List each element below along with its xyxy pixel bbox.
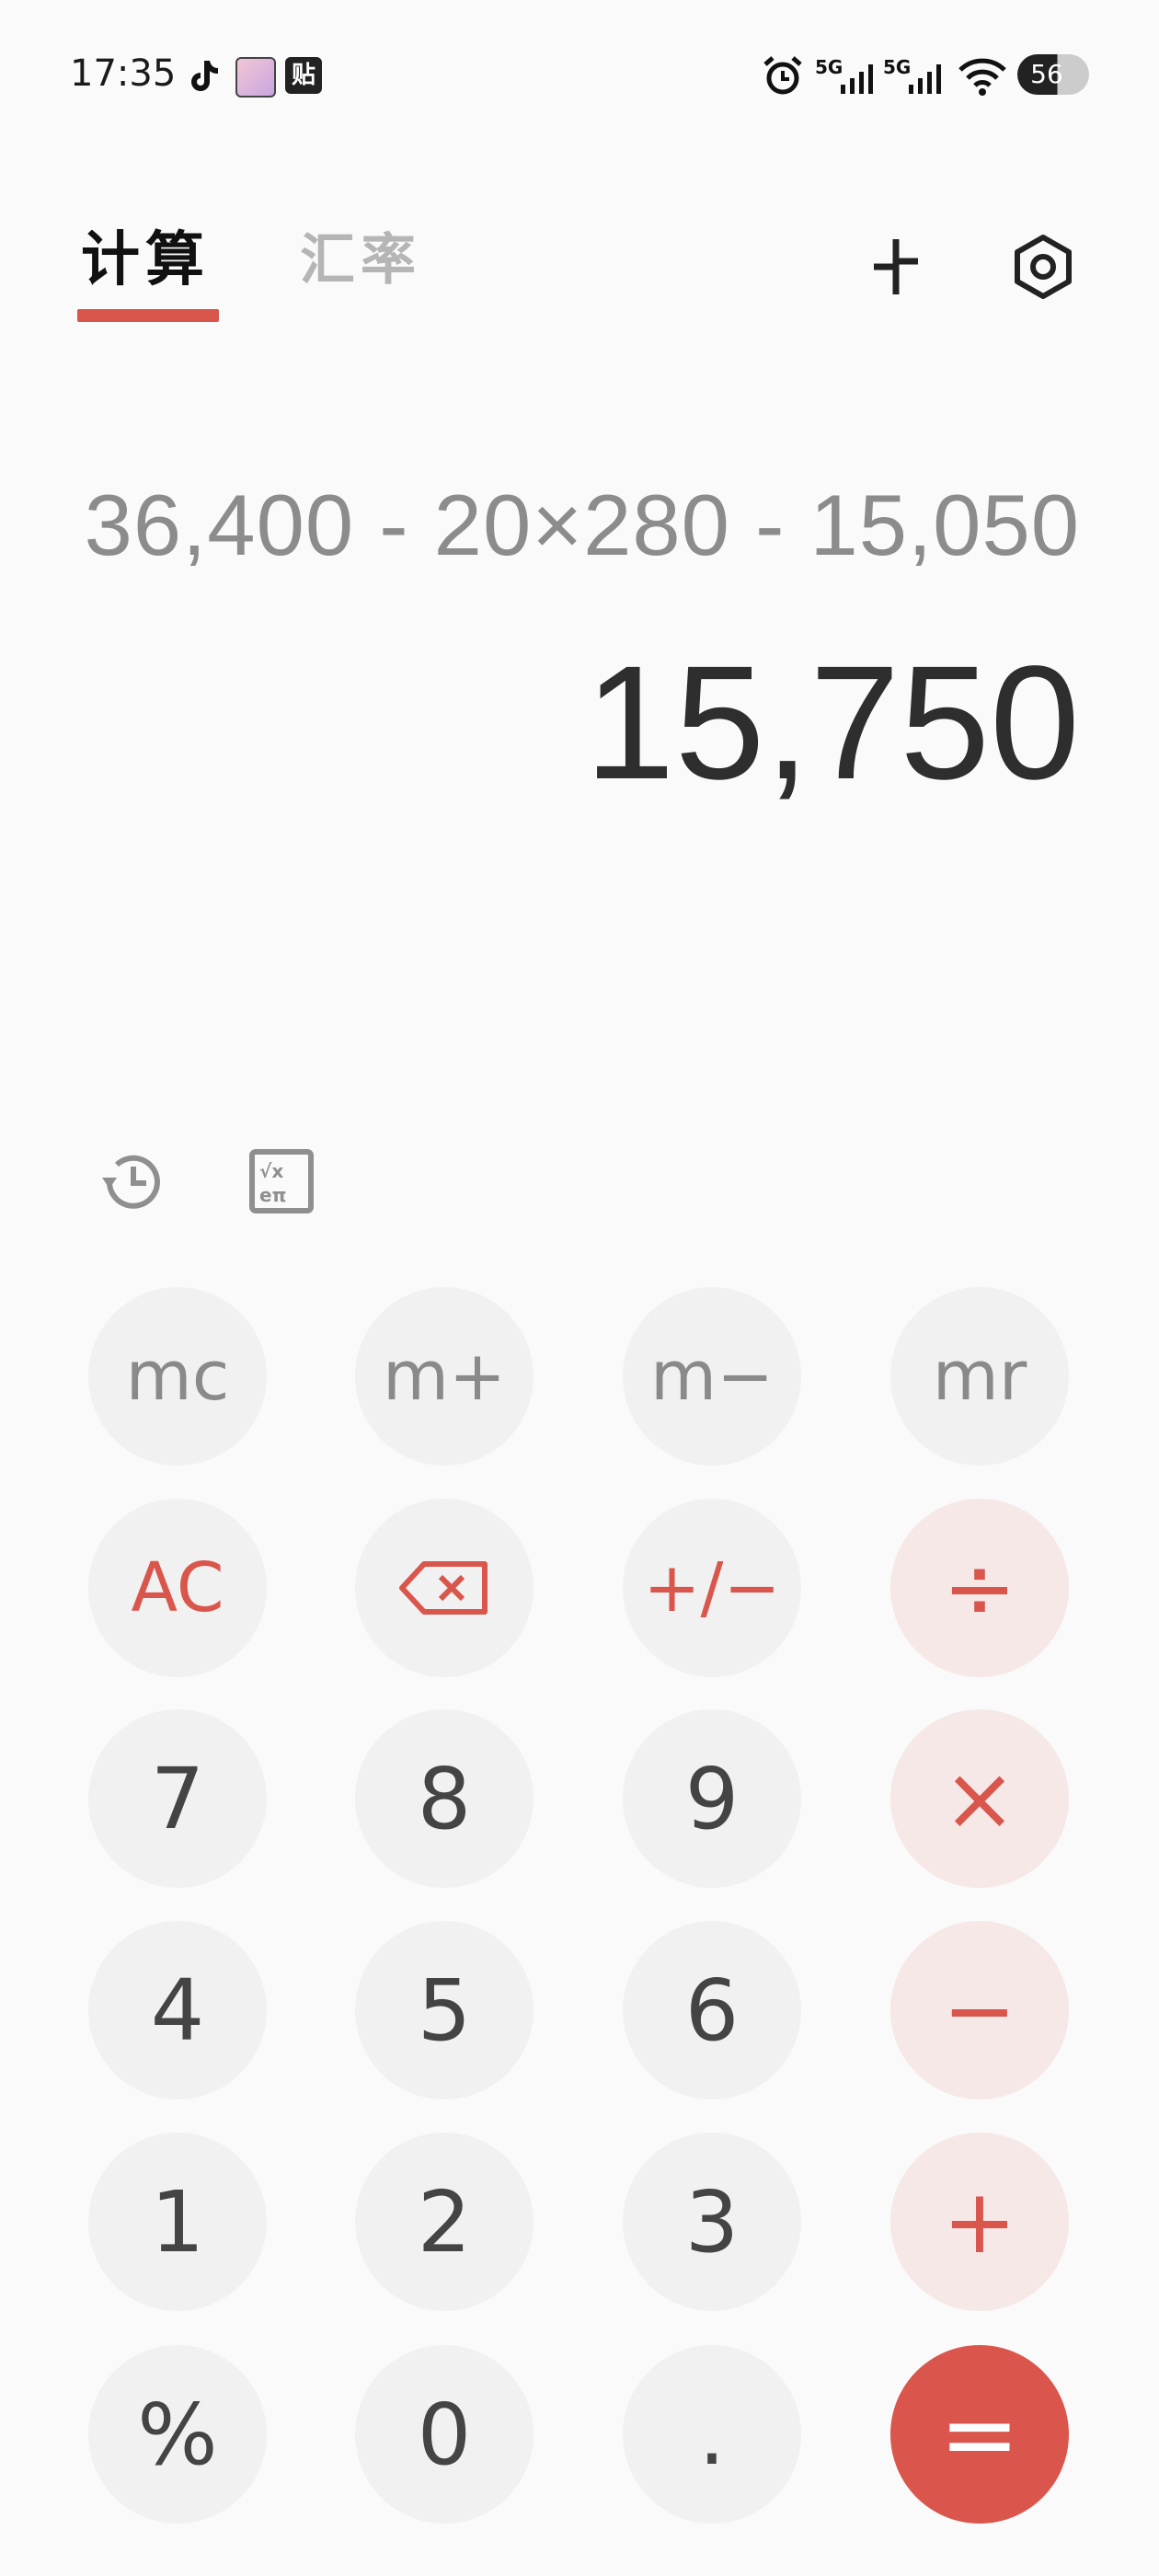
digit-3-button[interactable]: 3 [623,2133,801,2311]
digit-8-button[interactable]: 8 [355,1709,534,1888]
network-2-label: 5G [883,56,911,78]
multiply-button[interactable]: × [890,1709,1069,1888]
decimal-button[interactable]: . [623,2345,801,2524]
plus-minus-button[interactable]: +/− [623,1499,801,1677]
status-bar: 17:35 贴 5G 5G 56 [0,0,1159,147]
tab-exchange-rate[interactable]: 汇率 [300,219,421,302]
signal-2-icon: 5G [883,56,941,94]
digit-0-button[interactable]: 0 [355,2345,534,2524]
backspace-button[interactable] [355,1499,534,1677]
signal-1-icon: 5G [815,56,873,94]
digit-5-button[interactable]: 5 [355,1921,534,2099]
digit-1-button[interactable]: 1 [88,2133,267,2311]
digit-9-button[interactable]: 9 [623,1709,801,1888]
svg-text:eπ: eπ [259,1184,286,1206]
tieba-icon: 贴 [285,57,322,94]
digit-6-button[interactable]: 6 [623,1921,801,2099]
ac-button[interactable]: AC [88,1499,267,1677]
wifi-icon [958,58,1006,96]
tab-calculator[interactable]: 计算 [81,219,210,302]
minus-button[interactable]: − [890,1921,1069,2099]
backspace-icon [399,1561,488,1615]
history-icon[interactable] [97,1146,166,1216]
shrink-icon[interactable] [861,232,931,302]
digit-4-button[interactable]: 4 [88,1921,267,2099]
status-time: 17:35 [70,52,177,95]
equals-button[interactable]: = [890,2345,1069,2524]
divide-button[interactable]: ÷ [890,1499,1069,1677]
battery-indicator: 56 [1017,54,1089,95]
digit-2-button[interactable]: 2 [355,2133,534,2311]
scientific-mode-icon[interactable]: √x eπ [247,1146,316,1216]
settings-icon[interactable] [1008,232,1078,302]
svg-text:√x: √x [259,1160,283,1182]
plus-button[interactable]: + [890,2133,1069,2311]
game-avatar-icon [235,57,276,98]
m-plus-button[interactable]: m+ [355,1287,534,1466]
m-minus-button[interactable]: m− [623,1287,801,1466]
mr-button[interactable]: mr [890,1287,1069,1466]
mc-button[interactable]: mc [88,1287,267,1466]
result-display: 15,750 [584,633,1080,813]
tiktok-icon [191,61,218,91]
expression-display: 36,400 - 20×280 - 15,050 [84,477,1080,573]
digit-7-button[interactable]: 7 [88,1709,267,1888]
active-tab-indicator [77,309,219,322]
network-1-label: 5G [815,56,843,78]
alarm-icon [763,56,802,95]
percent-button[interactable]: % [88,2345,267,2524]
